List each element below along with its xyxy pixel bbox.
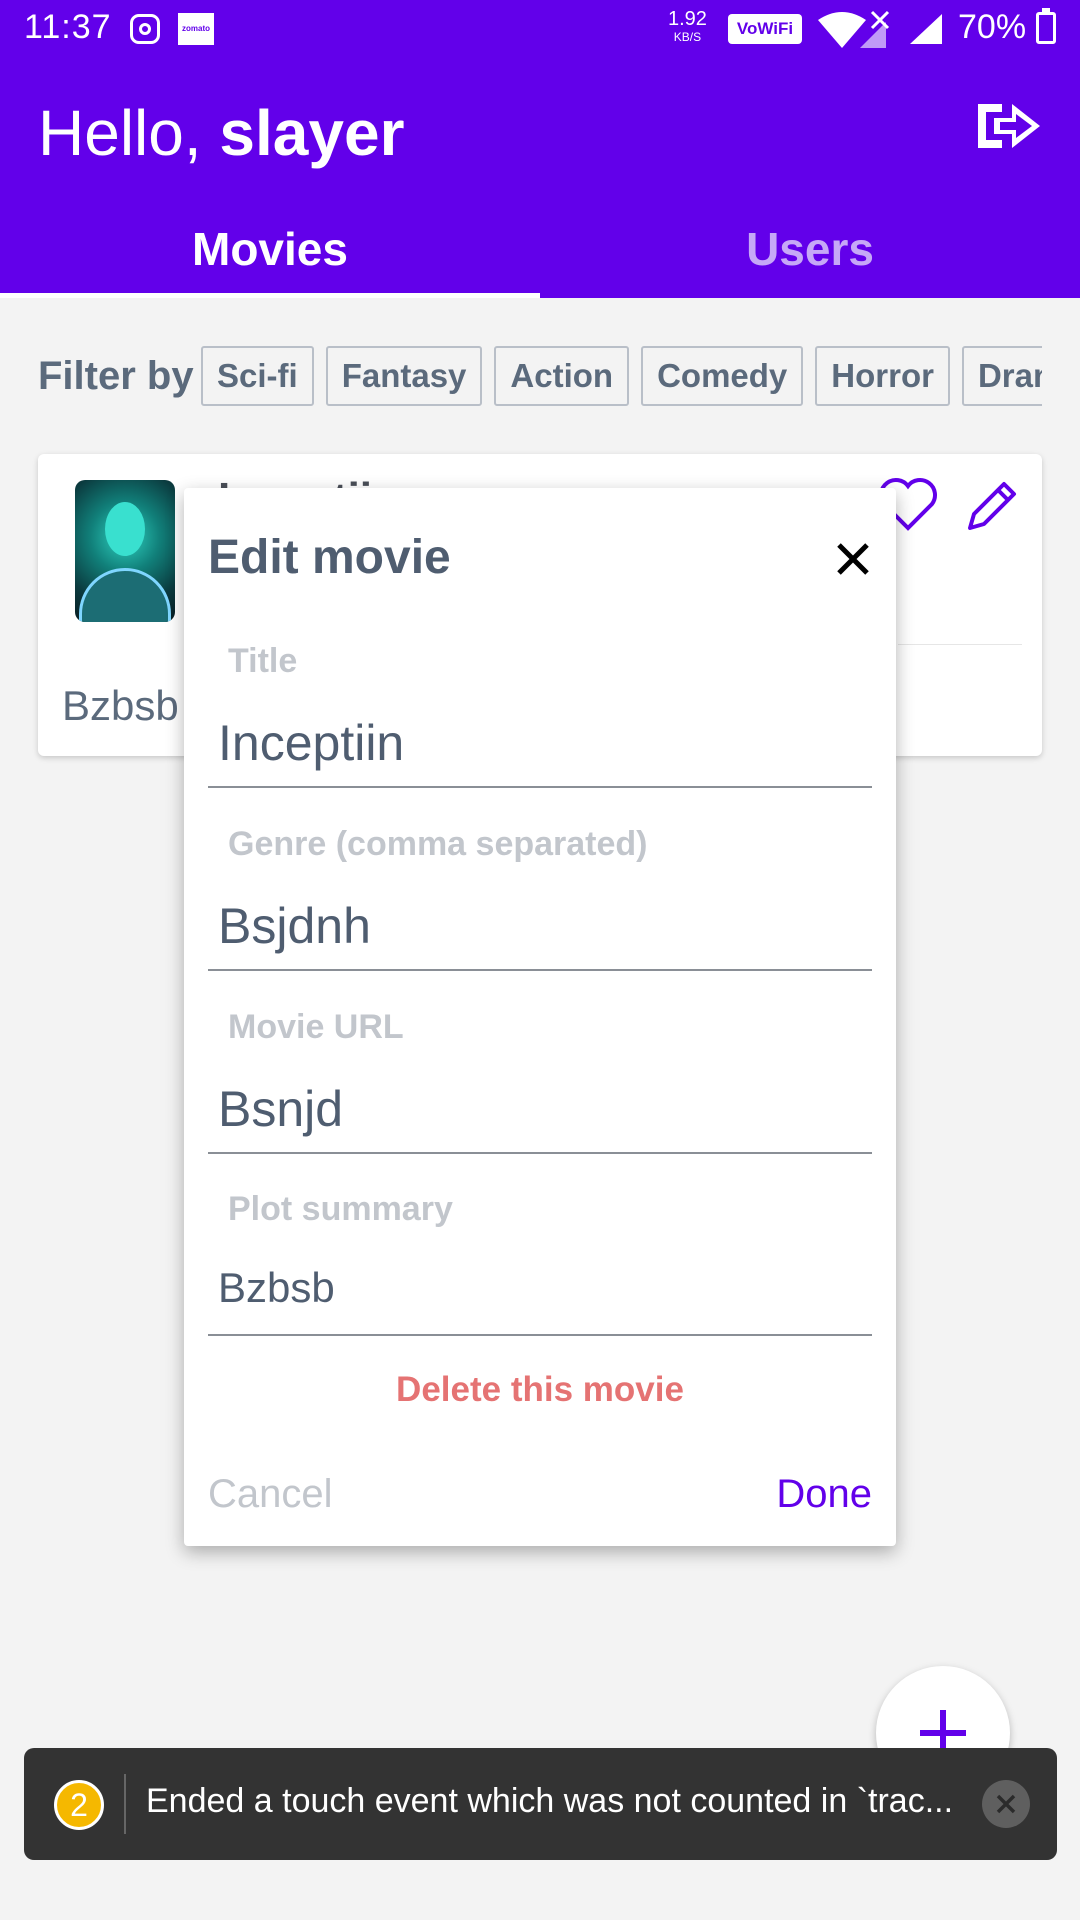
done-button[interactable]: Done [776, 1472, 872, 1517]
title-underline [208, 786, 872, 788]
movie-url-underline [208, 1152, 872, 1154]
battery-icon [1036, 8, 1056, 44]
close-icon[interactable] [836, 542, 870, 576]
pencil-icon[interactable] [964, 478, 1020, 534]
genre-input[interactable]: Bsjdnh [218, 897, 371, 955]
filter-chip-horror[interactable]: Horror [815, 346, 950, 406]
vowifi-icon: VoWiFi [728, 14, 802, 44]
edit-movie-dialog: Edit movie Title Inceptiin Genre (comma … [184, 488, 896, 1546]
movie-url-input[interactable]: Bsnjd [218, 1080, 343, 1138]
plot-summary-underline [208, 1334, 872, 1336]
movie-plot: Bzbsb [62, 682, 179, 729]
genre-underline [208, 969, 872, 971]
network-speed: 1.92 KB/S [668, 8, 707, 46]
dialog-title: Edit movie [208, 531, 451, 584]
poster-scarf [79, 568, 171, 622]
greeting: Hello, slayer [38, 96, 404, 170]
warning-count-badge: 2 [54, 1780, 104, 1830]
movie-poster [75, 480, 175, 622]
filter-bar: Filter by Sci-fi Fantasy Action Comedy Horro… [38, 346, 1042, 408]
instagram-icon [130, 14, 160, 44]
network-speed-unit: KB/S [673, 30, 702, 44]
filter-chip-drama[interactable]: Drama [961, 346, 1042, 406]
wifi-icon [818, 10, 890, 48]
genre-label: Genre (comma separated) [228, 825, 648, 863]
warning-toast[interactable]: 2 Ended a touch event which was not coun… [24, 1748, 1057, 1860]
app-header: Hello, slayer Movies Users [0, 58, 1080, 298]
battery-percent: 70% [958, 8, 1027, 46]
filter-chip-sci-fi[interactable]: Sci-fi [201, 346, 314, 406]
signal-icon [910, 14, 942, 44]
greeting-text: Hello, [38, 97, 220, 169]
tab-users[interactable]: Users [540, 222, 1080, 276]
filter-label: Filter by [38, 354, 194, 398]
status-bar: 11:37 zomato 1.92 KB/S VoWiFi 70% [0, 0, 1080, 58]
title-input[interactable]: Inceptiin [218, 714, 404, 772]
delete-movie-button[interactable]: Delete this movie [184, 1370, 896, 1410]
title-label: Title [228, 642, 298, 680]
toast-separator [124, 1774, 126, 1834]
toast-message: Ended a touch event which was not counte… [146, 1782, 954, 1820]
tab-movies[interactable]: Movies [0, 222, 540, 276]
cancel-button[interactable]: Cancel [208, 1472, 333, 1517]
status-time: 11:37 [24, 8, 112, 46]
card-divider [898, 644, 1022, 645]
plot-summary-label: Plot summary [228, 1190, 453, 1228]
plot-summary-input[interactable]: Bzbsb [218, 1264, 335, 1312]
username: slayer [219, 97, 405, 169]
movie-url-label: Movie URL [228, 1008, 404, 1046]
filter-chip-comedy[interactable]: Comedy [641, 346, 804, 406]
filter-chip-fantasy[interactable]: Fantasy [325, 346, 483, 406]
toast-close-button[interactable] [982, 1780, 1030, 1828]
poster-face [105, 502, 145, 556]
filter-chip-action[interactable]: Action [494, 346, 630, 406]
close-icon [996, 1794, 1016, 1814]
tab-indicator [0, 293, 540, 298]
zomato-icon: zomato [178, 13, 214, 45]
filter-chips: Sci-fiFantasyActionComedyHorrorDrama [201, 346, 1042, 406]
network-speed-value: 1.92 [668, 8, 707, 30]
logout-icon[interactable] [972, 98, 1044, 154]
